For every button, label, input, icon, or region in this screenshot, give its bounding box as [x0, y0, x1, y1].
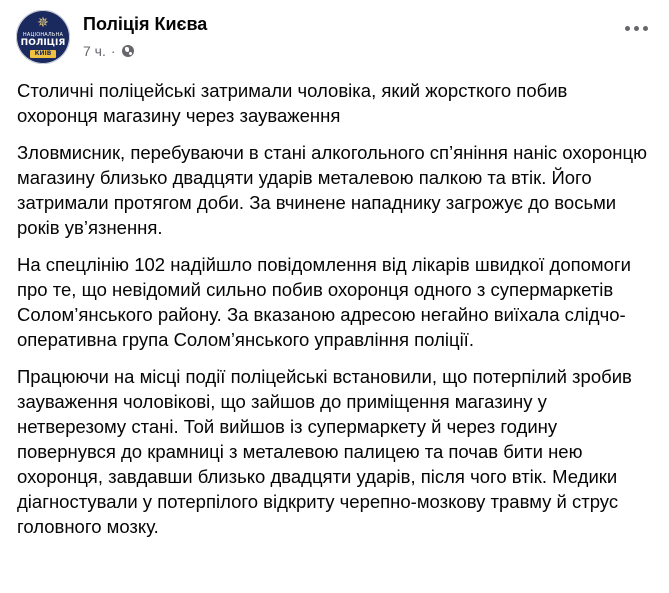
post-paragraph-4: Працюючи на місці події поліцейські вста…	[17, 366, 632, 537]
more-dot	[634, 26, 639, 31]
post-header: ✵ НАЦІОНАЛЬНА ПОЛІЦІЯ КИЇВ Поліція Києва…	[16, 10, 656, 66]
page-avatar[interactable]: ✵ НАЦІОНАЛЬНА ПОЛІЦІЯ КИЇВ	[16, 10, 70, 64]
avatar-line3: КИЇВ	[30, 50, 56, 58]
post-timestamp[interactable]: 7 ч.	[83, 43, 106, 59]
post-meta: 7 ч. ·	[83, 43, 134, 59]
more-options-icon[interactable]	[625, 26, 648, 31]
post-paragraph-3: На спецлінію 102 надійшло повідомлення в…	[17, 254, 632, 350]
post-paragraph-1: Столичні поліцейські затримали чоловіка,…	[17, 80, 568, 126]
more-dot	[643, 26, 648, 31]
police-badge-icon: ✵	[37, 15, 49, 31]
more-dot	[625, 26, 630, 31]
post-paragraph-2: Зловмисник, перебуваючи в стані алкоголь…	[17, 142, 647, 238]
post-body: Столичні поліцейські затримали чоловіка,…	[17, 78, 653, 551]
page-name-link[interactable]: Поліція Києва	[83, 14, 207, 35]
globe-icon[interactable]	[121, 45, 134, 57]
avatar-line2: ПОЛІЦІЯ	[20, 38, 66, 48]
meta-separator: ·	[110, 43, 116, 59]
